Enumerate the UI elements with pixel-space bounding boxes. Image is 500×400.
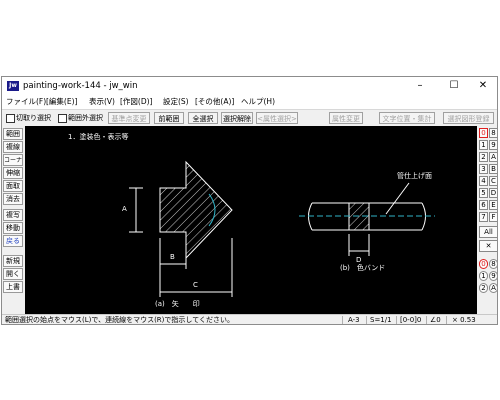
layer-6-button[interactable]: 6 <box>479 200 488 210</box>
range-toolbar: 切取り選択 範囲外選択 基準点変更 前範囲 全選択 選択解除 <属性選択> 属性… <box>2 109 497 126</box>
layer-b-button[interactable]: B <box>489 164 497 174</box>
minimize-button[interactable]: – <box>405 77 435 95</box>
status-message: 範囲選択の始点をマウス(L)で、連続線をマウス(R)で指示してください。 <box>5 316 234 324</box>
layer-3-button[interactable]: 3 <box>479 164 488 174</box>
menu-edit[interactable]: [編集(E)] <box>46 97 77 107</box>
layer-swap-button[interactable]: ✕ <box>479 240 497 252</box>
tool-undo[interactable]: 戻る <box>3 235 23 247</box>
attribute-select-button[interactable]: <属性選択> <box>256 112 298 124</box>
status-zoom[interactable]: × 0.53 <box>452 316 476 324</box>
drawing-heading: 1．塗装色・表示等 <box>68 133 129 141</box>
cut-select-label: 切取り選択 <box>16 114 51 122</box>
app-window: Jw painting-work-144 - jw_win – ☐ ✕ ファイル… <box>1 76 498 325</box>
layer-e-button[interactable]: E <box>489 200 497 210</box>
menu-help[interactable]: ヘルプ(H) <box>241 97 275 107</box>
layer-5-button[interactable]: 5 <box>479 188 488 198</box>
layer-9-button[interactable]: 9 <box>489 140 497 150</box>
tool-stretch[interactable]: 伸縮 <box>3 167 23 179</box>
layer-group-lower-8-button[interactable]: 8 <box>489 259 497 269</box>
left-tool-panel: 範囲 複線 コーナー 伸縮 面取 消去 複写 移動 戻る 新規 開く 上書 <box>2 126 24 316</box>
pipe-right-break <box>421 202 426 231</box>
change-attribute-button[interactable]: 属性変更 <box>329 112 363 124</box>
layer-group-lower-1-button[interactable]: 1 <box>479 271 488 281</box>
jw-app-icon: Jw <box>7 81 19 91</box>
layer-panel: 0 8 1 9 2 A 3 B 4 C 5 D 6 E 7 F All ✕ 0 … <box>478 126 497 316</box>
status-separator <box>342 316 343 324</box>
layer-1-button[interactable]: 1 <box>479 140 488 150</box>
menu-bar: ファイル(F) [編集(E)] 表示(V) [作図(D)] 設定(S) [その他… <box>2 95 497 109</box>
layer-f-button[interactable]: F <box>489 212 497 222</box>
layer-group-lower-2-button[interactable]: 2 <box>479 283 488 293</box>
label-c: C <box>193 281 198 289</box>
layer-group-lower-0-button[interactable]: 0 <box>479 259 488 269</box>
label-a: A <box>122 205 127 213</box>
status-separator <box>396 316 397 324</box>
text-position-summary-button[interactable]: 文字位置・集計 <box>379 112 435 124</box>
register-shape-button[interactable]: 選択図形登録 <box>443 112 494 124</box>
layer-7-button[interactable]: 7 <box>479 212 488 222</box>
title-bar: Jw painting-work-144 - jw_win – ☐ ✕ <box>2 77 497 95</box>
status-separator <box>366 316 367 324</box>
tool-erase[interactable]: 消去 <box>3 193 23 205</box>
status-layer[interactable]: [0-0]0 <box>400 316 421 324</box>
layer-group-lower-a-button[interactable]: A <box>489 283 497 293</box>
tool-chamfer[interactable]: 面取 <box>3 180 23 192</box>
status-separator <box>446 316 447 324</box>
leader-label: 管仕上げ面 <box>397 172 432 180</box>
caption-arrow: (a) 矢 印 <box>155 300 200 308</box>
layer-c-button[interactable]: C <box>489 176 497 186</box>
cut-select-checkbox[interactable] <box>6 114 15 123</box>
status-angle[interactable]: ∠0 <box>430 316 441 324</box>
status-separator <box>426 316 427 324</box>
status-scale[interactable]: S=1/1 <box>370 316 392 324</box>
menu-other[interactable]: [その他(A)] <box>195 97 234 107</box>
change-base-point-button[interactable]: 基準点変更 <box>108 112 150 124</box>
drawing-svg <box>129 160 435 297</box>
layer-2-button[interactable]: 2 <box>479 152 488 162</box>
tool-offset-line[interactable]: 複線 <box>3 141 23 153</box>
window-title: painting-work-144 - jw_win <box>23 81 138 91</box>
menu-view[interactable]: 表示(V) <box>89 97 115 107</box>
layer-all-button[interactable]: All <box>479 226 497 238</box>
arrow-shape <box>159 160 233 260</box>
previous-range-button[interactable]: 前範囲 <box>154 112 184 124</box>
maximize-button[interactable]: ☐ <box>439 77 469 95</box>
caption-color-band: (b) 色バンド <box>340 264 386 272</box>
layer-a-button[interactable]: A <box>489 152 497 162</box>
menu-draw[interactable]: [作図(D)] <box>120 97 152 107</box>
menu-file[interactable]: ファイル(F) <box>6 97 46 107</box>
layer-group-8-button[interactable]: 8 <box>489 128 497 138</box>
tool-new[interactable]: 新規 <box>3 255 23 267</box>
drawing-canvas[interactable]: 1．塗装色・表示等 A B C D (a) 矢 印 (b) 色バンド 管仕上げ面 <box>25 126 477 314</box>
tool-move[interactable]: 移動 <box>3 222 23 234</box>
layer-group-0-button[interactable]: 0 <box>479 128 488 138</box>
tool-overwrite[interactable]: 上書 <box>3 281 23 293</box>
leader-line <box>385 182 410 215</box>
label-b: B <box>170 253 175 261</box>
outside-select-label: 範囲外選択 <box>68 114 103 122</box>
status-bar: 範囲選択の始点をマウス(L)で、連続線をマウス(R)で指示してください。 A-3… <box>2 314 497 324</box>
tool-corner[interactable]: コーナー <box>3 154 23 166</box>
outside-select-checkbox[interactable] <box>58 114 67 123</box>
tool-copy[interactable]: 複写 <box>3 209 23 221</box>
close-button[interactable]: ✕ <box>468 77 497 95</box>
select-all-button[interactable]: 全選択 <box>188 112 218 124</box>
status-paper-size[interactable]: A-3 <box>348 316 360 324</box>
layer-4-button[interactable]: 4 <box>479 176 488 186</box>
layer-d-button[interactable]: D <box>489 188 497 198</box>
menu-settings[interactable]: 設定(S) <box>163 97 189 107</box>
tool-range[interactable]: 範囲 <box>3 128 23 140</box>
tool-open[interactable]: 開く <box>3 268 23 280</box>
layer-group-lower-9-button[interactable]: 9 <box>489 271 497 281</box>
clear-selection-button[interactable]: 選択解除 <box>221 112 253 124</box>
